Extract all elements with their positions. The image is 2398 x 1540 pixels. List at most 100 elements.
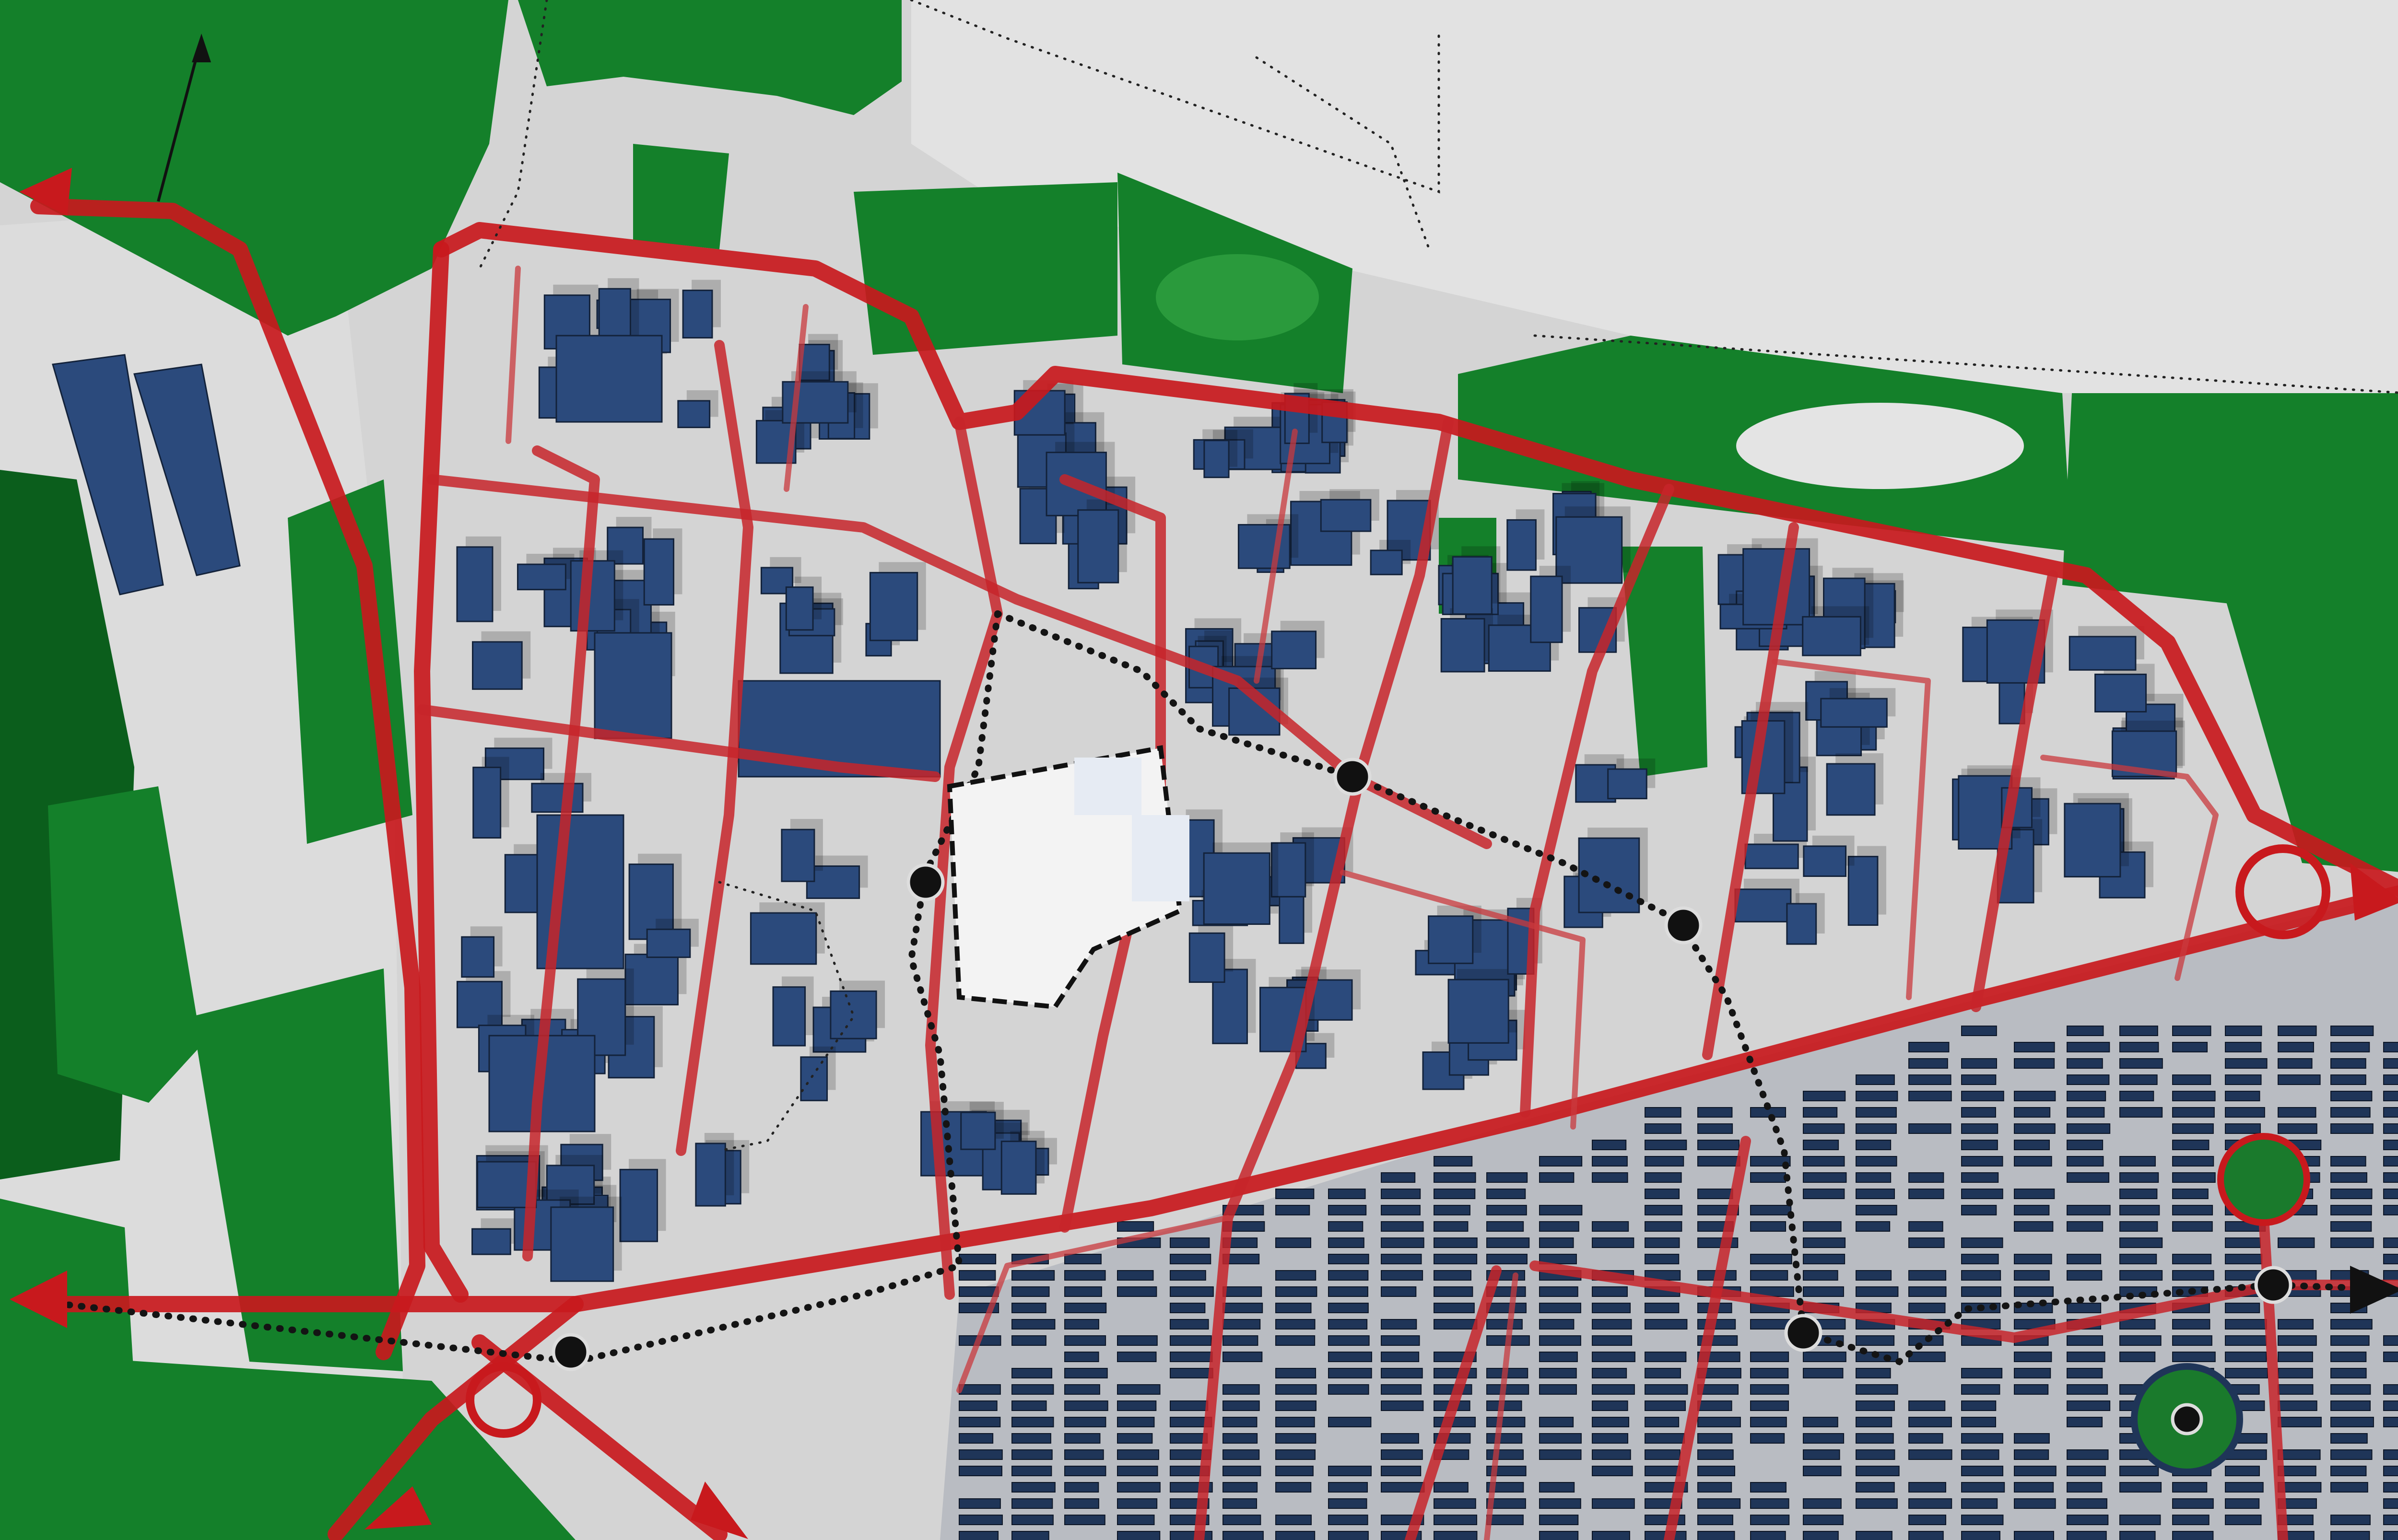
house-row bbox=[1592, 1433, 1629, 1444]
house-row bbox=[1434, 1156, 1473, 1167]
house-row bbox=[1592, 1449, 1631, 1460]
house-row bbox=[1750, 1319, 1792, 1330]
house-row bbox=[1803, 1368, 1844, 1378]
house-row bbox=[1908, 1221, 1943, 1232]
house-row bbox=[1856, 1107, 1897, 1118]
house-row bbox=[1223, 1352, 1263, 1362]
house-row bbox=[1486, 1189, 1526, 1199]
house-row bbox=[2014, 1140, 2050, 1150]
house-row bbox=[2278, 1352, 2313, 1362]
house-row bbox=[1592, 1466, 1633, 1476]
house-row bbox=[1381, 1482, 1425, 1493]
house-row bbox=[1645, 1172, 1682, 1183]
house-row bbox=[1170, 1400, 1209, 1411]
house-row bbox=[2330, 1123, 2374, 1134]
house-row bbox=[2014, 1156, 2052, 1167]
house-row bbox=[1697, 1531, 1735, 1540]
building-footprint bbox=[2094, 673, 2147, 712]
building-footprint bbox=[1428, 915, 1474, 964]
house-row bbox=[1803, 1254, 1846, 1264]
house-row bbox=[1381, 1172, 1416, 1183]
building-footprint bbox=[471, 1228, 511, 1255]
house-row bbox=[1381, 1270, 1423, 1281]
house-row bbox=[1539, 1286, 1578, 1297]
house-row bbox=[1803, 1123, 1845, 1134]
house-row bbox=[1908, 1042, 1950, 1052]
house-row bbox=[1645, 1303, 1680, 1313]
house-row bbox=[2278, 1319, 2314, 1330]
house-row bbox=[1856, 1123, 1897, 1134]
house-row bbox=[1908, 1303, 1946, 1313]
transit-stop-icon bbox=[1333, 758, 1372, 796]
house-row bbox=[1697, 1156, 1740, 1167]
house-row bbox=[1486, 1449, 1524, 1460]
house-row bbox=[1381, 1237, 1424, 1248]
house-row bbox=[1645, 1205, 1683, 1215]
house-row bbox=[1064, 1319, 1099, 1330]
house-row bbox=[1908, 1515, 1947, 1525]
house-row bbox=[1645, 1140, 1687, 1150]
house-row bbox=[1328, 1221, 1364, 1232]
house-row bbox=[2278, 1449, 2321, 1460]
house-row bbox=[1486, 1384, 1529, 1395]
building-footprint bbox=[1744, 843, 1799, 869]
house-row bbox=[2067, 1221, 2104, 1232]
house-row bbox=[1328, 1498, 1367, 1509]
house-row bbox=[2383, 1254, 2398, 1264]
transit-stop-icon bbox=[906, 863, 945, 901]
house-row bbox=[1803, 1156, 1845, 1167]
house-row bbox=[2278, 1417, 2322, 1427]
building-footprint bbox=[1188, 932, 1225, 983]
house-row bbox=[2330, 1466, 2367, 1476]
house-row bbox=[1961, 1091, 2004, 1101]
house-row bbox=[2014, 1270, 2050, 1281]
house-row bbox=[1592, 1498, 1635, 1509]
house-row bbox=[2172, 1172, 2216, 1183]
house-row bbox=[1592, 1172, 1628, 1183]
house-row bbox=[1539, 1417, 1574, 1427]
house-row bbox=[1856, 1156, 1897, 1167]
building-footprint bbox=[781, 828, 815, 882]
house-row bbox=[1697, 1319, 1736, 1330]
house-row bbox=[1750, 1515, 1790, 1525]
building-footprint bbox=[2069, 636, 2137, 671]
house-row bbox=[1750, 1368, 1789, 1378]
house-row bbox=[1961, 1433, 2003, 1444]
house-row bbox=[1539, 1221, 1579, 1232]
house-row bbox=[1856, 1189, 1895, 1199]
house-row bbox=[2383, 1417, 2398, 1427]
house-row bbox=[1117, 1449, 1159, 1460]
house-row bbox=[1697, 1515, 1733, 1525]
building-footprint bbox=[1734, 888, 1792, 922]
house-row bbox=[1539, 1531, 1579, 1540]
house-row bbox=[2014, 1286, 2054, 1297]
house-row bbox=[1908, 1123, 1951, 1134]
house-row bbox=[1275, 1466, 1314, 1476]
house-row bbox=[2330, 1189, 2373, 1199]
house-row bbox=[1697, 1482, 1732, 1493]
house-row bbox=[1592, 1417, 1630, 1427]
house-row bbox=[1117, 1335, 1158, 1346]
building-footprint bbox=[1320, 499, 1372, 532]
house-row bbox=[1170, 1270, 1206, 1281]
house-row bbox=[1434, 1531, 1478, 1540]
house-row bbox=[1170, 1433, 1208, 1444]
house-row bbox=[1275, 1515, 1312, 1525]
house-row bbox=[2330, 1335, 2370, 1346]
house-row bbox=[1961, 1107, 1996, 1118]
house-row bbox=[2383, 1058, 2398, 1069]
house-row bbox=[1223, 1319, 1261, 1330]
house-row bbox=[2172, 1498, 2214, 1509]
house-row bbox=[2014, 1221, 2054, 1232]
house-row bbox=[1856, 1221, 1891, 1232]
house-row bbox=[2172, 1270, 2214, 1281]
house-row bbox=[2172, 1107, 2215, 1118]
house-row bbox=[1803, 1091, 1846, 1101]
house-row bbox=[1750, 1254, 1792, 1264]
house-row bbox=[2067, 1205, 2111, 1215]
house-row bbox=[1011, 1417, 1054, 1427]
house-row bbox=[1328, 1368, 1372, 1378]
house-row bbox=[2330, 1205, 2372, 1215]
house-row bbox=[1961, 1498, 1998, 1509]
house-row bbox=[1381, 1352, 1420, 1362]
